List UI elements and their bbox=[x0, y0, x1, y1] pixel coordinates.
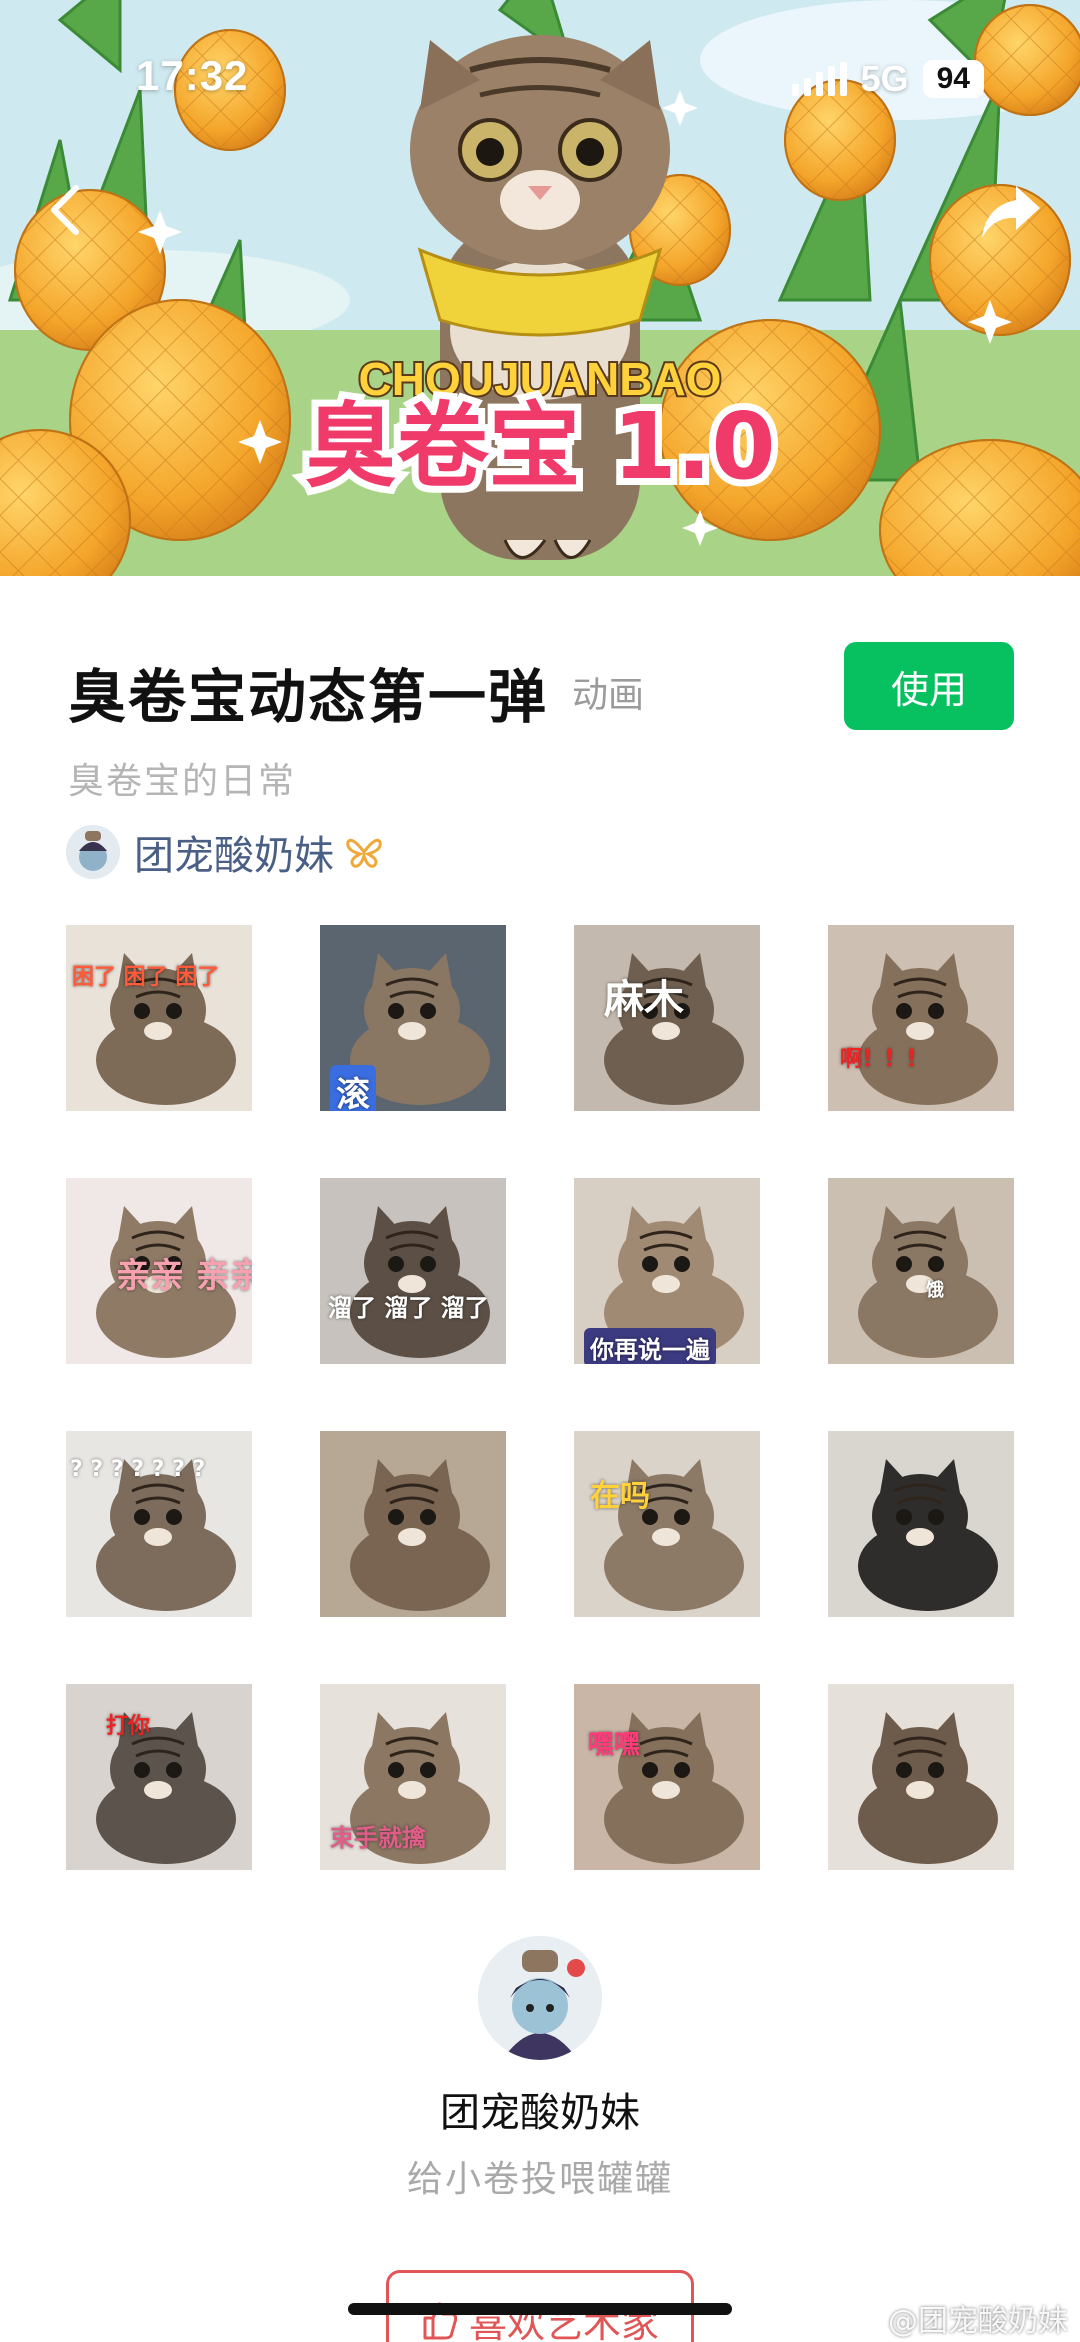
like-artist-label: 喜欢艺术家 bbox=[468, 2301, 659, 2342]
share-arrow-icon[interactable] bbox=[976, 178, 1046, 244]
use-button[interactable]: 使用 bbox=[844, 642, 1014, 730]
sticker-item[interactable]: 在吗 bbox=[574, 1431, 760, 1617]
status-time: 17:32 bbox=[136, 52, 249, 99]
author-name: 团宠酸奶妹 bbox=[134, 833, 334, 879]
cat-sticker-image bbox=[828, 1431, 1014, 1617]
status-indicators: 5G 94 bbox=[791, 58, 984, 100]
author-link[interactable]: 团宠酸奶妹 bbox=[66, 824, 384, 880]
weibo-watermark-text: @团宠酸奶妹 bbox=[888, 2304, 1068, 2339]
sticker-caption: 你再说一遍 bbox=[584, 1328, 716, 1364]
sticker-caption: 困了 困了 困了 bbox=[72, 965, 220, 990]
cat-sticker-image bbox=[574, 1431, 760, 1617]
cat-sticker-image bbox=[66, 1684, 252, 1870]
sticker-item[interactable]: 溜了 溜了 溜了 bbox=[320, 1178, 506, 1364]
network-type: 5G bbox=[860, 58, 909, 99]
cat-sticker-image bbox=[828, 1178, 1014, 1364]
sticker-grid: 困了 困了 困了滚 麻木啊！！！ 亲亲 亲亲溜了 溜了 溜了你再说一遍 饿 ? ? ? … bbox=[66, 925, 1014, 1870]
sticker-item[interactable]: ? ? ? ? ? ? ? bbox=[66, 1431, 252, 1617]
sticker-item[interactable] bbox=[320, 1431, 506, 1617]
banner-image: CHOUJUANBAO 臭卷宝 1.0 17:32 5G 94 bbox=[0, 0, 1080, 576]
cat-sticker-image bbox=[320, 1178, 506, 1364]
sticker-caption: 嘿嘿 bbox=[588, 1730, 641, 1760]
sticker-item[interactable]: 你再说一遍 bbox=[574, 1178, 760, 1364]
sticker-item[interactable]: 打你 bbox=[66, 1684, 252, 1870]
artist-name: 团宠酸奶妹 bbox=[440, 2090, 640, 2136]
sticker-caption: 啊！！！ bbox=[840, 1047, 929, 1072]
battery-level: 94 bbox=[922, 60, 984, 98]
artist-avatar[interactable] bbox=[478, 1936, 602, 2060]
sticker-item[interactable]: 饿 bbox=[828, 1178, 1014, 1364]
cat-sticker-image bbox=[828, 925, 1014, 1111]
sticker-caption: ? ? ? ? ? ? ? bbox=[70, 1457, 206, 1482]
sticker-item[interactable] bbox=[828, 1431, 1014, 1617]
sticker-item[interactable]: 啊！！！ bbox=[828, 925, 1014, 1111]
pack-description: 臭卷宝的日常 bbox=[68, 761, 297, 802]
sticker-caption: 束手就擒 bbox=[330, 1824, 426, 1852]
sticker-item[interactable]: 困了 困了 困了 bbox=[66, 925, 252, 1111]
sticker-caption: 打你 bbox=[106, 1714, 151, 1739]
sticker-caption: 在吗 bbox=[590, 1479, 650, 1514]
sticker-caption: 亲亲 亲亲 bbox=[116, 1256, 252, 1296]
status-bar: 17:32 5G 94 bbox=[0, 0, 1080, 120]
cat-sticker-image bbox=[320, 1431, 506, 1617]
sticker-caption: 麻木 bbox=[604, 977, 684, 1023]
pack-title: 臭卷宝动态第一弹 bbox=[68, 663, 549, 731]
pack-type-tag: 动画 bbox=[572, 675, 645, 716]
sticker-caption: 溜了 溜了 溜了 bbox=[328, 1294, 489, 1322]
sticker-caption: 饿 bbox=[926, 1280, 944, 1301]
cat-sticker-image bbox=[828, 1684, 1014, 1870]
sticker-item[interactable]: 亲亲 亲亲 bbox=[66, 1178, 252, 1364]
sticker-item[interactable]: 麻木 bbox=[574, 925, 760, 1111]
sticker-item[interactable]: 束手就擒 bbox=[320, 1684, 506, 1870]
sticker-item[interactable]: 滚 bbox=[320, 925, 506, 1111]
sticker-caption: 滚 bbox=[330, 1065, 376, 1111]
watermark: @团宠酸奶妹 bbox=[888, 2296, 1068, 2340]
cat-sticker-image bbox=[66, 925, 252, 1111]
artist-slogan: 给小卷投喂罐罐 bbox=[406, 2159, 673, 2200]
back-chevron-icon[interactable] bbox=[38, 180, 98, 240]
author-avatar bbox=[66, 825, 120, 879]
signal-strength-icon bbox=[791, 62, 847, 96]
banner-title-cn: 臭卷宝 1.0 bbox=[304, 393, 775, 500]
cat-sticker-image bbox=[574, 1684, 760, 1870]
home-indicator bbox=[348, 2303, 732, 2315]
sticker-item[interactable] bbox=[828, 1684, 1014, 1870]
sticker-item[interactable]: 嘿嘿 bbox=[574, 1684, 760, 1870]
butterfly-badge-icon bbox=[346, 838, 382, 868]
